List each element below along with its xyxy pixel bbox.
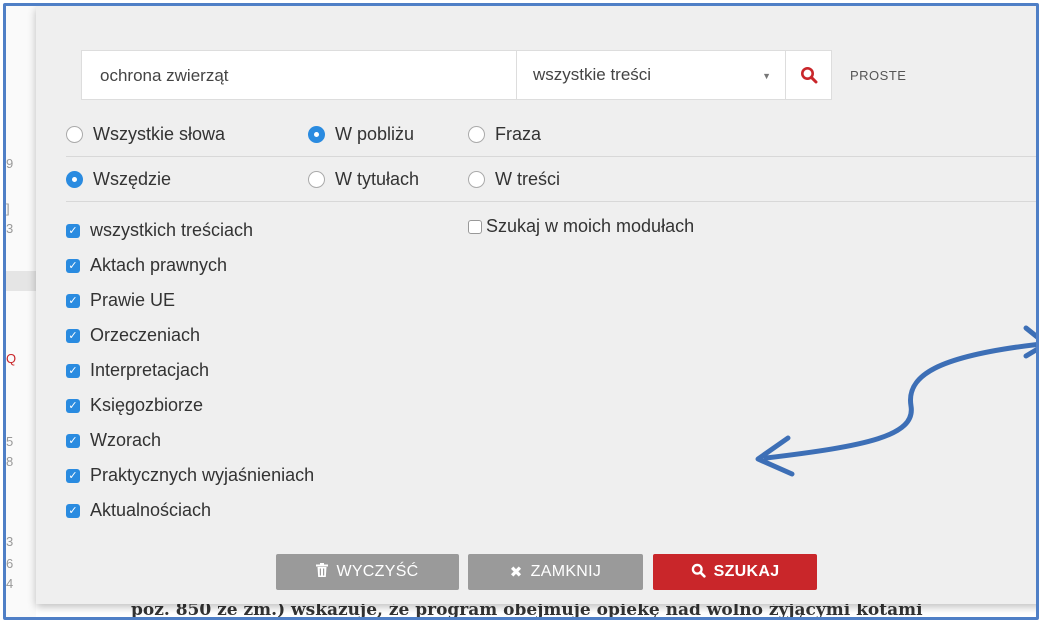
radio-label: W tytułach [335, 169, 420, 189]
radio-label: Fraza [495, 124, 542, 144]
background-fragment: 6 [6, 556, 14, 571]
check-icon: ✓ [66, 328, 80, 343]
checkbox-my-modules[interactable]: Szukaj w moich modułach [468, 216, 694, 237]
search-icon [691, 563, 706, 582]
check-icon: ✓ [66, 433, 80, 448]
checkbox-source-templates[interactable]: ✓ Wzorach [66, 430, 161, 451]
checkbox-source-interpretations[interactable]: ✓ Interpretacjach [66, 360, 209, 381]
radio-phrase[interactable]: Fraza [468, 124, 541, 145]
divider [66, 156, 1036, 157]
background-fragment: 4 [6, 576, 14, 591]
checkbox-label: Księgozbiorze [90, 395, 204, 415]
checkbox-label: Szukaj w moich modułach [486, 216, 695, 236]
trash-icon [316, 563, 329, 581]
check-icon: ✓ [66, 468, 80, 483]
radio-label: Wszędzie [93, 169, 172, 189]
checkbox-label: Aktach prawnych [90, 255, 228, 275]
search-query-input[interactable]: ochrona zwierząt [81, 50, 516, 100]
checkbox-source-eu-law[interactable]: ✓ Prawie UE [66, 290, 175, 311]
checkbox-source-legal-acts[interactable]: ✓ Aktach prawnych [66, 255, 227, 276]
background-fragment: 5 [6, 434, 14, 449]
radio-in-titles[interactable]: W tytułach [308, 169, 419, 190]
radio-indicator [66, 126, 83, 143]
background-fragment: Q [6, 351, 17, 366]
checkbox-label: Praktycznych wyjaśnieniach [90, 465, 315, 485]
search-bar: ochrona zwierząt wszystkie treści ▼ PROS… [81, 50, 906, 100]
radio-indicator [468, 126, 485, 143]
checkbox-source-news[interactable]: ✓ Aktualnościach [66, 500, 211, 521]
checkbox-source-judgments[interactable]: ✓ Orzeczeniach [66, 325, 200, 346]
close-icon: ✖ [509, 564, 523, 581]
close-button-label: ZAMKNIJ [530, 563, 602, 580]
background-fragment: 9 [6, 156, 14, 171]
checkbox-source-all[interactable]: ✓ wszystkich treściach [66, 220, 253, 241]
radio-in-content[interactable]: W treści [468, 169, 560, 190]
clear-button[interactable]: WYCZYŚĆ [276, 554, 459, 590]
divider [66, 201, 1036, 202]
simple-mode-link[interactable]: PROSTE [850, 68, 906, 83]
checkbox-indicator [468, 219, 482, 234]
search-scope-select[interactable]: wszystkie treści ▼ [516, 50, 786, 100]
search-button-label: SZUKAJ [713, 563, 780, 580]
advanced-search-panel: ochrona zwierząt wszystkie treści ▼ PROS… [36, 6, 1036, 604]
radio-indicator [308, 126, 325, 143]
check-icon: ✓ [66, 223, 80, 238]
radio-all-words[interactable]: Wszystkie słowa [66, 124, 225, 145]
check-icon: ✓ [66, 293, 80, 308]
checkbox-label: wszystkich treściach [90, 220, 254, 240]
background-fragment: 3 [6, 534, 14, 549]
check-icon: ✓ [66, 503, 80, 518]
chevron-down-icon: ▼ [762, 71, 771, 81]
background-fragment: 8 [6, 454, 14, 469]
radio-indicator [66, 171, 83, 188]
checkbox-source-library[interactable]: ✓ Księgozbiorze [66, 395, 203, 416]
background-fragment: ] [6, 201, 10, 216]
checkbox-label: Wzorach [90, 430, 162, 450]
search-button[interactable]: SZUKAJ [653, 554, 817, 590]
radio-label: W treści [495, 169, 560, 189]
radio-indicator [468, 171, 485, 188]
background-fragment: 3 [6, 221, 14, 236]
radio-label: Wszystkie słowa [93, 124, 226, 144]
search-icon [800, 67, 817, 84]
background-page-left-edge: 9 ] 3 Q 5 8 3 6 4 [6, 6, 36, 617]
radio-indicator [308, 171, 325, 188]
radio-label: W pobliżu [335, 124, 415, 144]
checkbox-label: Prawie UE [90, 290, 176, 310]
background-bar [6, 271, 36, 291]
window-frame: 9 ] 3 Q 5 8 3 6 4 poz. 850 ze zm.) wskaz… [3, 3, 1039, 620]
check-icon: ✓ [66, 363, 80, 378]
close-button[interactable]: ✖ ZAMKNIJ [468, 554, 643, 590]
radio-everywhere[interactable]: Wszędzie [66, 169, 171, 190]
radio-nearby[interactable]: W pobliżu [308, 124, 414, 145]
checkbox-source-practical-explanations[interactable]: ✓ Praktycznych wyjaśnieniach [66, 465, 314, 486]
checkbox-label: Aktualnościach [90, 500, 212, 520]
search-submit-button[interactable] [786, 50, 832, 100]
search-scope-value: wszystkie treści [533, 65, 652, 84]
check-icon: ✓ [66, 258, 80, 273]
checkbox-label: Interpretacjach [90, 360, 210, 380]
check-icon: ✓ [66, 398, 80, 413]
checkbox-label: Orzeczeniach [90, 325, 201, 345]
clear-button-label: WYCZYŚĆ [336, 563, 419, 580]
